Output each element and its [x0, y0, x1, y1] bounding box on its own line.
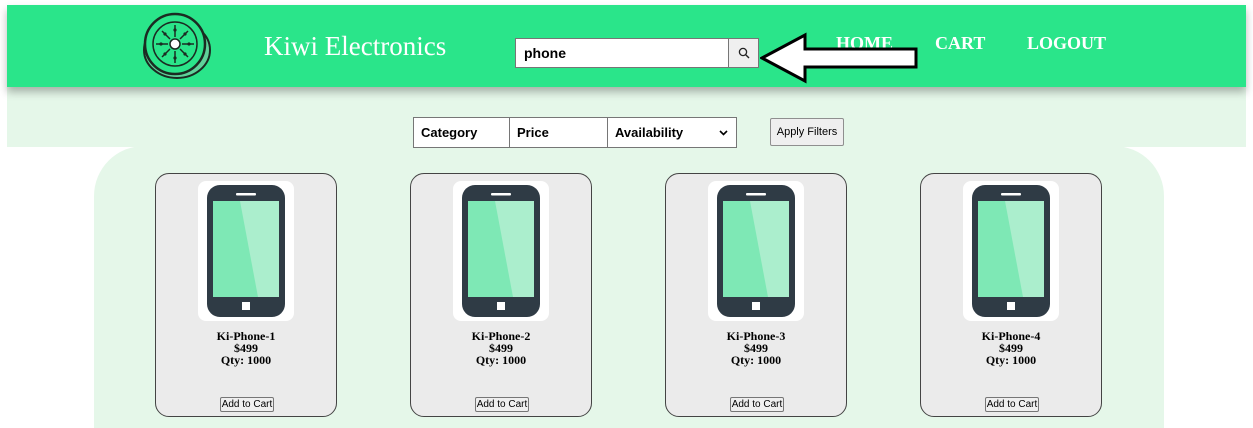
add-to-cart-button[interactable]: Add to Cart [220, 397, 274, 412]
add-to-cart-button[interactable]: Add to Cart [985, 397, 1039, 412]
product-card: Ki-Phone-4 $499 Qty: 1000 Add to Cart [920, 173, 1102, 417]
kiwi-logo-icon[interactable] [139, 8, 213, 82]
brand-title[interactable]: Kiwi Electronics [264, 31, 446, 61]
category-filter-label: Category [421, 125, 478, 140]
add-to-cart-button[interactable]: Add to Cart [730, 397, 784, 412]
product-quantity: Qty: 1000 [730, 353, 782, 367]
product-quantity: Qty: 1000 [220, 353, 272, 367]
search-icon [738, 47, 749, 59]
price-filter[interactable]: Price [510, 118, 608, 147]
site-header: Kiwi Electronics HOME CART LOGOUT [7, 5, 1246, 87]
availability-select-label: Availability [615, 125, 684, 140]
filter-bar: Category Price Availability [413, 117, 737, 148]
smartphone-icon [207, 185, 285, 317]
product-card: Ki-Phone-2 $499 Qty: 1000 Add to Cart [410, 173, 592, 417]
apply-filters-button[interactable]: Apply Filters [770, 118, 844, 146]
product-image[interactable] [198, 181, 294, 321]
search-button[interactable] [728, 39, 758, 67]
product-image[interactable] [453, 181, 549, 321]
smartphone-icon [972, 185, 1050, 317]
price-filter-label: Price [517, 125, 549, 140]
search-input[interactable] [516, 39, 722, 67]
product-image[interactable] [963, 181, 1059, 321]
product-quantity: Qty: 1000 [985, 353, 1037, 367]
add-to-cart-button[interactable]: Add to Cart [475, 397, 529, 412]
search-bar [515, 38, 759, 68]
chevron-down-icon [719, 129, 728, 136]
left-arrow-icon [760, 32, 918, 84]
smartphone-icon [717, 185, 795, 317]
product-card: Ki-Phone-3 $499 Qty: 1000 Add to Cart [665, 173, 847, 417]
category-filter[interactable]: Category [414, 118, 510, 147]
product-image[interactable] [708, 181, 804, 321]
availability-select[interactable]: Availability [608, 118, 736, 147]
product-quantity: Qty: 1000 [475, 353, 527, 367]
nav-logout-link[interactable]: LOGOUT [1027, 33, 1106, 54]
product-card: Ki-Phone-1 $499 Qty: 1000 Add to Cart [155, 173, 337, 417]
smartphone-icon [462, 185, 540, 317]
nav-cart-link[interactable]: CART [935, 33, 985, 54]
